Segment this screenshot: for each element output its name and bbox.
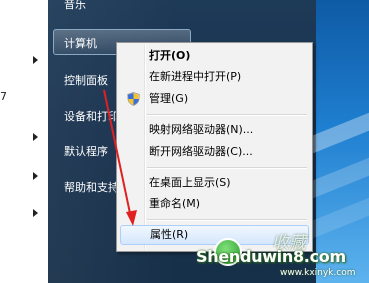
submenu-arrow-icon[interactable] xyxy=(33,133,38,141)
menu-item-manage[interactable]: 管理(G) xyxy=(120,89,309,109)
desktop-background xyxy=(306,0,369,283)
start-item-music[interactable]: 音乐 xyxy=(64,0,86,12)
menu-item-label: 重命名(M) xyxy=(149,197,201,210)
menu-separator xyxy=(147,219,307,221)
menu-item-label: 打开(O) xyxy=(149,49,191,62)
watermark-url: www.kxinyk.com xyxy=(280,268,356,278)
start-menu-programs-panel: 7 xyxy=(0,0,48,283)
start-item-help-support[interactable]: 帮助和支持 xyxy=(64,179,119,195)
submenu-arrow-icon[interactable] xyxy=(33,172,38,180)
program-item-text[interactable]: 7 xyxy=(0,90,7,103)
menu-item-open-new-process[interactable]: 在新进程中打开(P) xyxy=(120,67,309,87)
menu-item-disconnect-network-drive[interactable]: 断开网络驱动器(C)... xyxy=(120,142,309,162)
start-item-control-panel[interactable]: 控制面板 xyxy=(64,72,108,88)
menu-item-label: 在新进程中打开(P) xyxy=(149,70,242,83)
menu-item-label: 属性(R) xyxy=(150,228,189,241)
menu-separator xyxy=(147,114,307,116)
watermark-brand: Shenduwin8.com xyxy=(196,247,346,266)
menu-item-map-network-drive[interactable]: 映射网络驱动器(N)... xyxy=(120,120,309,140)
submenu-arrow-icon[interactable] xyxy=(33,209,38,217)
computer-context-menu: 打开(O) 在新进程中打开(P) 管理(G) 映射网络驱动器(N)... 断开网… xyxy=(116,42,313,252)
menu-item-open[interactable]: 打开(O) xyxy=(120,46,309,66)
menu-item-label: 管理(G) xyxy=(149,92,189,105)
menu-item-rename[interactable]: 重命名(M) xyxy=(120,194,309,214)
menu-item-label: 在桌面上显示(S) xyxy=(149,176,231,189)
menu-item-label: 断开网络驱动器(C)... xyxy=(149,145,253,158)
start-item-default-programs[interactable]: 默认程序 xyxy=(64,143,108,159)
uac-shield-icon xyxy=(127,92,140,106)
menu-item-show-on-desktop[interactable]: 在桌面上显示(S) xyxy=(120,173,309,193)
submenu-arrow-icon[interactable] xyxy=(33,56,38,64)
menu-separator xyxy=(147,167,307,169)
menu-item-label: 映射网络驱动器(N)... xyxy=(149,123,254,136)
